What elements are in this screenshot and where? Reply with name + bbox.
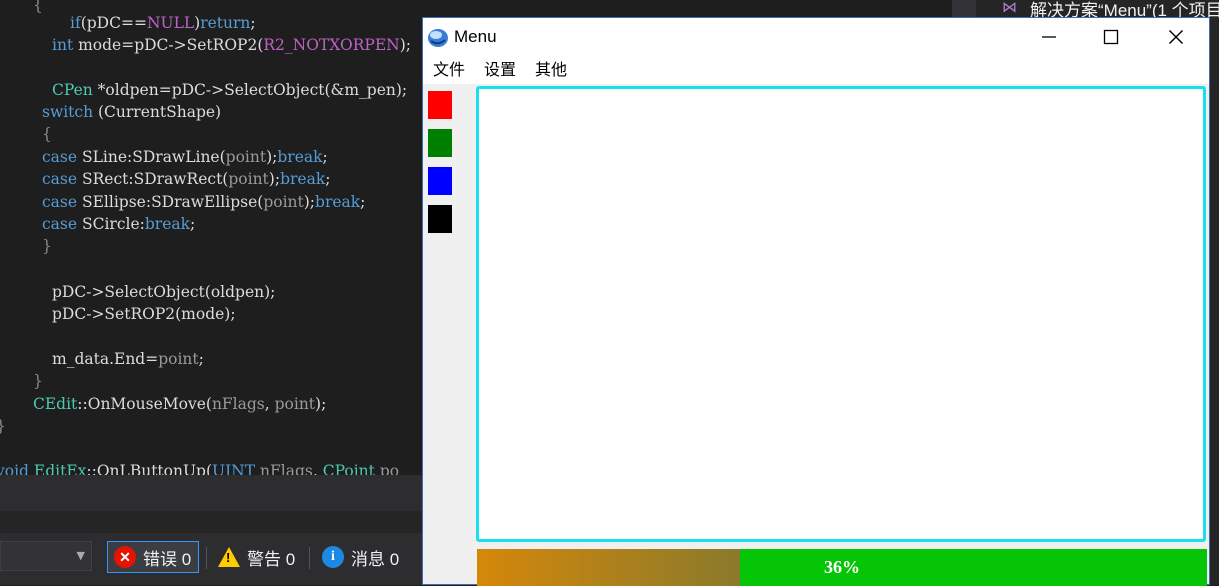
code-line-9: case SEllipse:SDrawEllipse(point);break; xyxy=(42,193,366,211)
code-line-17: } xyxy=(0,415,6,437)
error-icon: ✕ xyxy=(114,546,136,568)
minimize-icon xyxy=(1042,36,1056,38)
progress-label: 36% xyxy=(824,557,860,577)
color-swatch-blue[interactable] xyxy=(428,167,452,195)
menu-other[interactable]: 其他 xyxy=(525,56,576,84)
drawing-canvas[interactable] xyxy=(476,86,1206,542)
code-line-14: m_data.End=point; xyxy=(52,350,204,368)
color-swatch-green[interactable] xyxy=(428,129,452,157)
warnings-label: 警告 0 xyxy=(247,549,296,569)
separator xyxy=(309,547,310,569)
menu-settings[interactable]: 设置 xyxy=(474,56,525,84)
maximize-icon xyxy=(1103,29,1119,45)
app-icon xyxy=(428,29,448,47)
close-icon xyxy=(1169,30,1183,44)
code-line-10: case SCircle:break; xyxy=(42,215,196,233)
menu-file[interactable]: 文件 xyxy=(423,56,474,84)
code-line-15: } xyxy=(33,372,43,390)
code-line-4: CPen *oldpen=pDC->SelectObject(&m_pen); xyxy=(52,81,408,99)
errors-filter-button[interactable]: ✕ 错误 0 xyxy=(107,541,199,573)
panel-divider xyxy=(0,511,422,533)
title-bar[interactable]: Menu xyxy=(423,18,1209,56)
code-line-13: pDC->SetROP2(mode); xyxy=(52,305,236,323)
close-button[interactable] xyxy=(1145,18,1207,56)
menu-bar: 文件 设置 其他 xyxy=(423,56,1209,84)
window-title: Menu xyxy=(454,27,497,46)
progress-bar: 36% xyxy=(477,549,1207,586)
code-line-11: } xyxy=(42,237,52,255)
chevron-down-icon: ▼ xyxy=(76,549,85,562)
messages-filter-button[interactable]: i 消息 0 xyxy=(316,541,405,573)
code-line-1: { xyxy=(33,0,43,14)
code-line-7: case SLine:SDrawLine(point);break; xyxy=(42,148,328,166)
scope-dropdown[interactable]: ▼ xyxy=(0,541,92,571)
visual-studio-solution-icon: ⋈ xyxy=(1002,0,1017,16)
code-line-18: void EditEx::OnLButtonUp(UINT nFlags, CP… xyxy=(0,462,400,475)
error-list-toolbar: ▼ ✕ 错误 0 ! 警告 0 i 消息 0 xyxy=(0,533,422,585)
code-editor[interactable]: { if(pDC==NULL)return; int mode=pDC->Set… xyxy=(0,0,422,475)
code-line-16: CEdit::OnMouseMove(nFlags, point); xyxy=(33,395,327,413)
color-swatch-red[interactable] xyxy=(428,91,452,119)
maximize-button[interactable] xyxy=(1080,18,1142,56)
menu-app-window: Menu 文件 设置 其他 36% xyxy=(422,17,1210,586)
messages-label: 消息 0 xyxy=(351,549,400,569)
info-icon: i xyxy=(322,546,344,568)
code-line-3: int mode=pDC->SetROP2(R2_NOTXORPEN); xyxy=(52,36,412,54)
warning-icon: ! xyxy=(218,547,240,567)
output-panel-header xyxy=(0,475,422,511)
errors-label: 错误 0 xyxy=(143,549,192,569)
minimize-button[interactable] xyxy=(1018,18,1080,56)
warnings-filter-button[interactable]: ! 警告 0 xyxy=(212,541,301,573)
code-line-5: switch (CurrentShape) xyxy=(42,103,222,121)
code-line-8: case SRect:SDrawRect(point);break; xyxy=(42,170,331,188)
code-line-12: pDC->SelectObject(oldpen); xyxy=(52,283,276,301)
separator xyxy=(206,547,207,569)
color-swatch-black[interactable] xyxy=(428,205,452,233)
code-line-6: { xyxy=(42,125,52,143)
code-line-2: if(pDC==NULL)return; xyxy=(70,14,256,32)
